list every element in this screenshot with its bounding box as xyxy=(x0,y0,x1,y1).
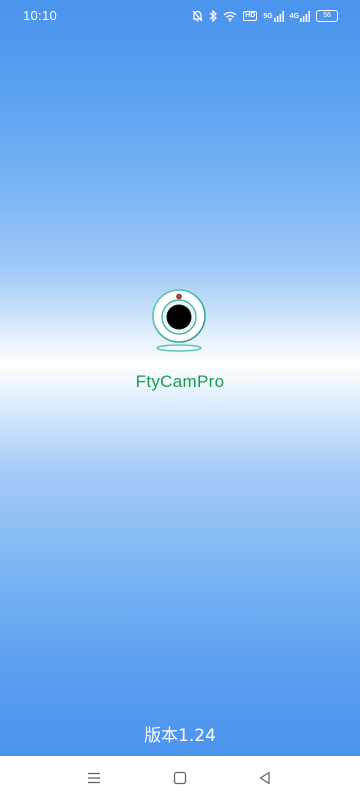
status-time: 10:10 xyxy=(23,8,58,23)
version-label: 版本1.24 xyxy=(144,726,216,746)
app-name: FtyCamPro xyxy=(135,372,225,391)
mute-bell-icon xyxy=(192,10,203,22)
signal-5g-icon: 5G xyxy=(263,10,284,22)
signal-4g-icon: 4G xyxy=(289,10,310,22)
battery-indicator: 56 xyxy=(316,10,338,22)
wifi-icon xyxy=(223,11,237,22)
back-triangle-icon[interactable] xyxy=(255,768,275,788)
home-square-icon[interactable] xyxy=(170,768,190,788)
navigation-bar xyxy=(0,756,360,800)
status-icons: HD 5G 4G 56 xyxy=(192,9,338,23)
signal-5g-label: 5G xyxy=(263,12,273,20)
splash-screen: 10:10 HD 5G 4G 56 FtyCamPro 版本1.24 xyxy=(0,0,360,756)
bluetooth-icon xyxy=(209,10,218,22)
menu-icon[interactable] xyxy=(84,768,104,788)
status-bar: 10:10 HD 5G 4G 56 xyxy=(0,0,360,32)
hd-badge: HD xyxy=(243,11,258,21)
webcam-icon xyxy=(149,288,211,354)
signal-4g-label: 4G xyxy=(289,12,299,20)
